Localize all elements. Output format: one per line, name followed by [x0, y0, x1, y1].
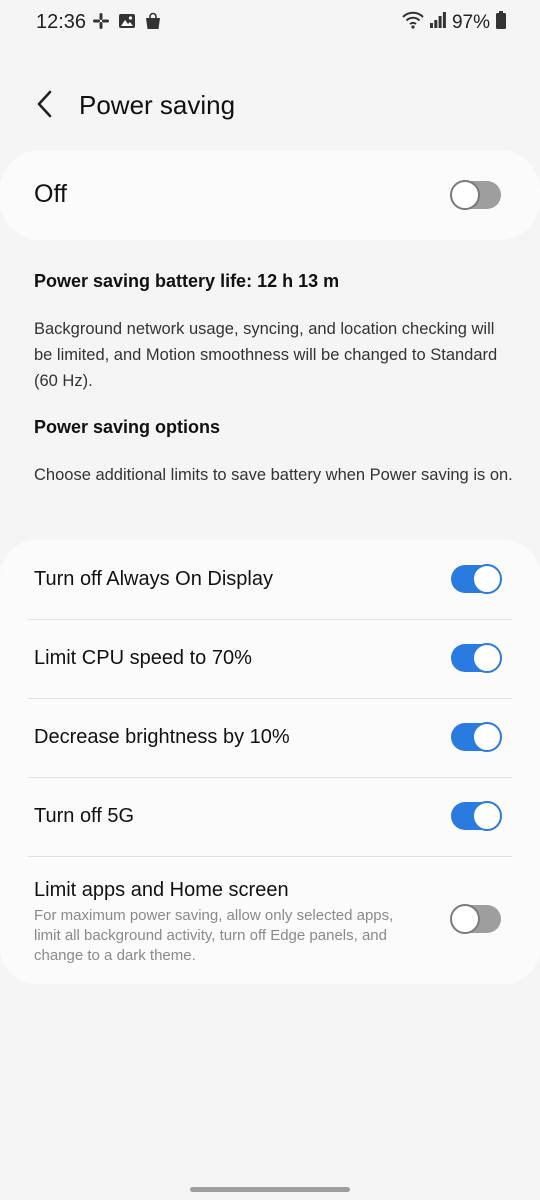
options-heading: Power saving options	[34, 417, 514, 438]
option-row-limit-apps[interactable]: Limit apps and Home screen For maximum p…	[0, 856, 540, 984]
toggle-knob	[472, 564, 502, 594]
master-switch-card[interactable]: Off	[0, 150, 540, 240]
option-row-turn-off-5g[interactable]: Turn off 5G	[0, 777, 540, 856]
option-row-decrease-brightness[interactable]: Decrease brightness by 10%	[0, 698, 540, 777]
toggle-decrease-brightness[interactable]	[451, 722, 502, 752]
status-bar: 12:36 97%	[0, 0, 540, 46]
toggle-limit-cpu[interactable]	[451, 643, 502, 673]
status-time: 12:36	[36, 11, 87, 33]
toggle-limit-apps[interactable]	[450, 904, 501, 934]
toggle-always-on-display[interactable]	[451, 564, 502, 594]
option-sublabel: For maximum power saving, allow only sel…	[34, 907, 394, 964]
options-description: Choose additional limits to save battery…	[34, 462, 514, 488]
gallery-icon	[118, 12, 136, 35]
toggle-turn-off-5g[interactable]	[451, 801, 502, 831]
option-label: Turn off Always On Display	[34, 568, 273, 590]
description-text: Background network usage, syncing, and l…	[34, 320, 498, 390]
status-left-icons	[92, 12, 162, 35]
option-label: Limit CPU speed to 70%	[34, 647, 252, 669]
options-heading-text: Power saving options	[34, 417, 221, 437]
chevron-left-icon	[35, 89, 55, 124]
shopping-bag-icon	[144, 12, 162, 35]
options-card: Turn off Always On Display Limit CPU spe…	[0, 540, 540, 984]
home-gesture-bar[interactable]	[190, 1187, 350, 1192]
options-description-text: Choose additional limits to save battery…	[34, 466, 513, 484]
option-row-always-on-display[interactable]: Turn off Always On Display	[0, 540, 540, 619]
option-row-limit-cpu[interactable]: Limit CPU speed to 70%	[0, 619, 540, 698]
slack-icon	[92, 12, 110, 35]
wifi-icon	[402, 11, 424, 35]
toggle-knob	[472, 801, 502, 831]
battery-life-heading: Power saving battery life: 12 h 13 m	[34, 271, 514, 292]
option-label: Turn off 5G	[34, 805, 135, 827]
header: Power saving	[0, 78, 540, 134]
back-button[interactable]	[28, 86, 62, 126]
toggle-knob	[450, 904, 480, 934]
master-switch-label: Off	[34, 180, 67, 208]
page-title: Power saving	[79, 90, 236, 120]
status-right: 97%	[402, 11, 506, 35]
option-label: Decrease brightness by 10%	[34, 726, 290, 748]
battery-life-text: Power saving battery life: 12 h 13 m	[34, 271, 340, 291]
battery-percent: 97%	[451, 12, 490, 33]
power-saving-description: Background network usage, syncing, and l…	[34, 316, 514, 394]
toggle-knob	[450, 180, 480, 210]
toggle-knob	[472, 722, 502, 752]
option-label: Limit apps and Home screen	[34, 879, 289, 901]
master-toggle[interactable]	[450, 180, 501, 210]
signal-icon	[429, 11, 446, 35]
toggle-knob	[472, 643, 502, 673]
battery-icon	[496, 11, 506, 35]
